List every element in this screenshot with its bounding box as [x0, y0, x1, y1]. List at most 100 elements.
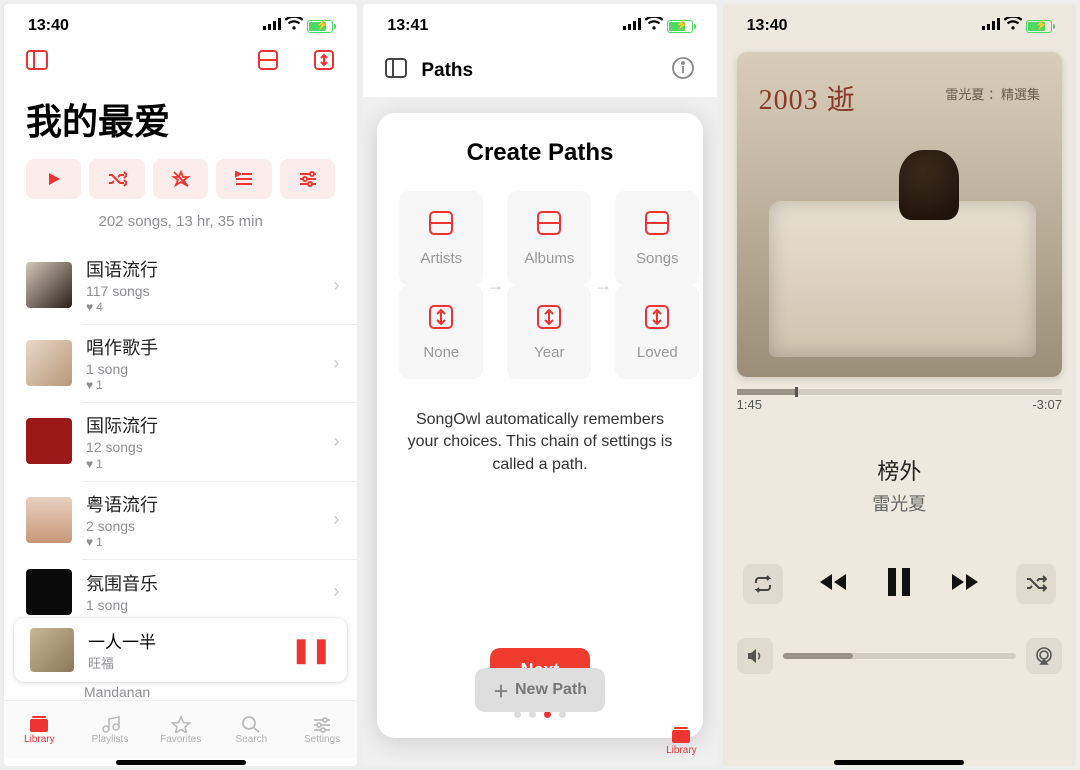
- split-icon[interactable]: [257, 49, 279, 76]
- repeat-button[interactable]: [743, 564, 783, 604]
- song-title: 榜外: [737, 454, 1062, 486]
- arrow-right-icon: →: [486, 275, 504, 296]
- time-elapsed: 1:45: [737, 397, 762, 412]
- favorites-list[interactable]: 国语流行 117 songs ♥ 4 › 唱作歌手 1 song ♥ 1 › 国…: [4, 246, 357, 618]
- split-icon: [427, 209, 455, 242]
- tab-settings[interactable]: Settings: [287, 701, 358, 758]
- sort-icon: [535, 303, 563, 336]
- sidebar-icon[interactable]: [26, 48, 52, 77]
- tab-library[interactable]: Library: [666, 726, 697, 756]
- path-cell-songs[interactable]: Songs: [615, 191, 699, 285]
- action-bar: [4, 159, 357, 213]
- path-cell-albums[interactable]: Albums: [507, 191, 591, 285]
- screen-favorites: 13:40 ⚡ 我的最爱 202 songs, 13 hr, 35 min 国: [4, 4, 357, 766]
- artwork-thumb: [26, 497, 72, 543]
- mini-artwork: [30, 628, 74, 672]
- home-indicator: [723, 758, 1076, 766]
- nav-bar: Paths: [363, 48, 716, 97]
- star-off-button[interactable]: [153, 159, 208, 199]
- shuffle-button[interactable]: [89, 159, 144, 199]
- pause-button[interactable]: [884, 566, 914, 603]
- art-year: 2003 逝: [759, 78, 856, 118]
- queue-button[interactable]: [216, 159, 271, 199]
- status-time: 13:41: [387, 17, 428, 35]
- home-indicator: [4, 758, 357, 766]
- stats-label: 202 songs, 13 hr, 35 min: [4, 213, 357, 246]
- progress[interactable]: 1:45 -3:07: [737, 389, 1062, 412]
- list-item[interactable]: 氛围音乐 1 song ›: [4, 559, 357, 618]
- sort-icon: [643, 303, 671, 336]
- progress-bar[interactable]: [737, 389, 1062, 395]
- wifi-icon: [1004, 17, 1022, 35]
- chevron-right-icon: ›: [333, 509, 339, 530]
- tab-bar: Library: [363, 716, 716, 766]
- mini-title: 一人一半: [88, 628, 277, 653]
- list-item[interactable]: 唱作歌手 1 song ♥ 1 ›: [4, 324, 357, 402]
- next-button[interactable]: [948, 570, 982, 599]
- wifi-icon: [645, 17, 663, 35]
- tab-library[interactable]: Library: [4, 701, 75, 758]
- artwork-thumb: [26, 340, 72, 386]
- split-icon: [643, 209, 671, 242]
- filter-button[interactable]: [280, 159, 335, 199]
- airplay-icon[interactable]: [1026, 638, 1062, 674]
- art-illustration: [899, 150, 959, 220]
- status-bar: 13:41 ⚡: [363, 4, 716, 48]
- art-illustration: [769, 201, 1036, 357]
- volume-slider[interactable]: [783, 653, 1016, 659]
- path-cell-year[interactable]: Year: [507, 285, 591, 379]
- status-indicators: ⚡: [623, 17, 693, 35]
- status-indicators: ⚡: [263, 17, 333, 35]
- page-title: 我的最爱: [4, 83, 357, 159]
- status-bar: 13:40 ⚡: [723, 4, 1076, 48]
- split-icon: [535, 209, 563, 242]
- row-heart: ♥ 4: [86, 300, 319, 314]
- now-playing-body: 2003 逝 雷光夏 ：精選集 1:45 -3:07 榜外 雷光夏: [723, 48, 1076, 758]
- chevron-right-icon: ›: [333, 581, 339, 602]
- artwork-thumb: [26, 569, 72, 615]
- tab-search[interactable]: Search: [216, 701, 287, 758]
- tab-bar: Library Playlists Favorites Search Setti…: [4, 700, 357, 758]
- signal-icon: [982, 17, 1000, 35]
- shuffle-button[interactable]: [1016, 564, 1056, 604]
- list-item[interactable]: 国际流行 12 songs ♥ 1 ›: [4, 402, 357, 480]
- battery-icon: ⚡: [667, 20, 693, 33]
- playback-controls: [737, 564, 1062, 604]
- list-item[interactable]: 粤语流行 2 songs ♥ 1 ›: [4, 481, 357, 559]
- tab-playlists[interactable]: Playlists: [75, 701, 146, 758]
- pause-icon[interactable]: ❚❚: [291, 636, 331, 665]
- time-remaining: -3:07: [1032, 397, 1062, 412]
- sort-icon[interactable]: [313, 49, 335, 76]
- path-cell-none[interactable]: None: [399, 285, 483, 379]
- art-sub: 雷光夏 ：精選集: [945, 84, 1040, 103]
- song-artist: 雷光夏: [737, 490, 1062, 516]
- new-path-button[interactable]: ＋ New Path: [475, 668, 605, 712]
- path-cell-loved[interactable]: Loved: [615, 285, 699, 379]
- play-button[interactable]: [26, 159, 81, 199]
- arrow-right-icon: →: [594, 275, 612, 296]
- info-icon[interactable]: [671, 56, 695, 85]
- sort-icon: [427, 303, 455, 336]
- sidebar-icon[interactable]: [385, 57, 409, 84]
- wifi-icon: [285, 17, 303, 35]
- list-item[interactable]: 国语流行 117 songs ♥ 4 ›: [4, 246, 357, 324]
- artwork-thumb: [26, 418, 72, 464]
- chevron-right-icon: ›: [333, 275, 339, 296]
- album-art[interactable]: 2003 逝 雷光夏 ：精選集: [737, 52, 1062, 377]
- tab-favorites[interactable]: Favorites: [145, 701, 216, 758]
- mini-player[interactable]: 一人一半 旺福 ❚❚: [14, 618, 347, 682]
- modal-title: Create Paths: [399, 139, 680, 167]
- status-time: 13:40: [747, 17, 788, 35]
- screen-paths: 13:41 ⚡ Paths 的 Create Paths Artists → A…: [363, 4, 716, 766]
- prev-button[interactable]: [816, 570, 850, 599]
- mini-artist: 旺福: [88, 653, 277, 672]
- chevron-right-icon: ›: [333, 353, 339, 374]
- path-grid: Artists → Albums → Songs None Year Loved: [399, 191, 680, 379]
- volume-row: [737, 638, 1062, 674]
- artwork-thumb: [26, 262, 72, 308]
- volume-icon[interactable]: [737, 638, 773, 674]
- library-header: [4, 48, 357, 83]
- row-sub: 117 songs: [86, 282, 319, 300]
- path-cell-artists[interactable]: Artists: [399, 191, 483, 285]
- signal-icon: [263, 17, 281, 35]
